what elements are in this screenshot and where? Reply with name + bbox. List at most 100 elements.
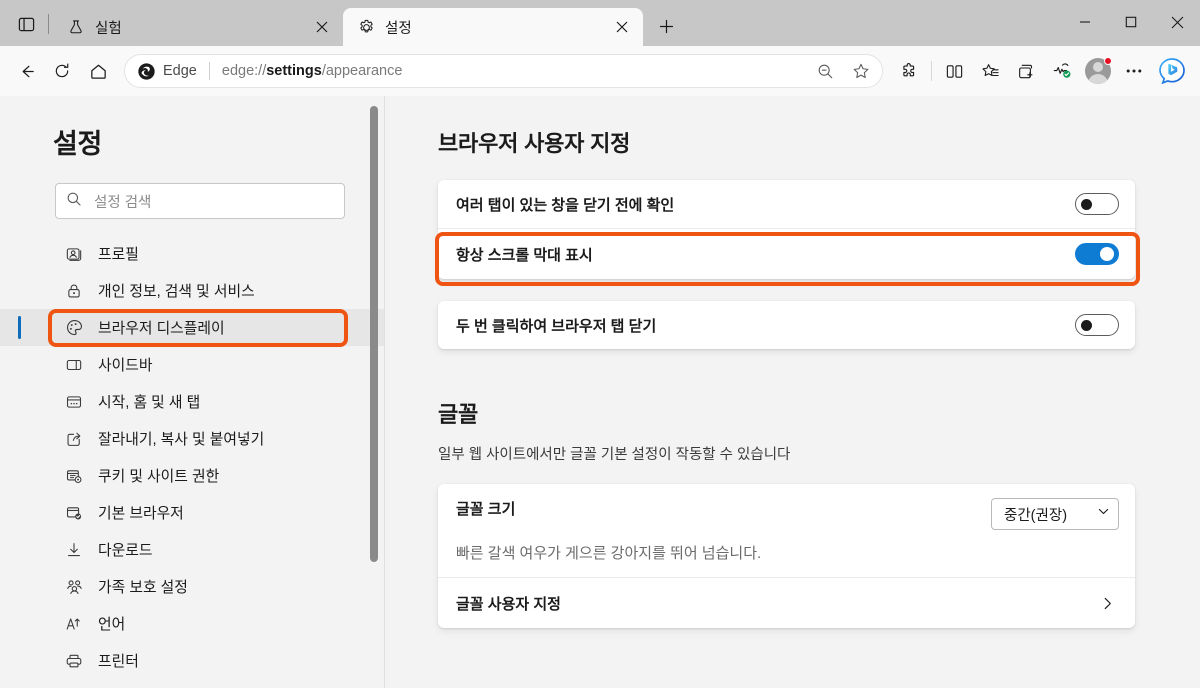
tab-search-icon[interactable] <box>6 4 46 44</box>
address-bar[interactable]: Edge edge://settings/appearance <box>124 54 883 88</box>
sidebar-item-privacy[interactable]: 개인 정보, 검색 및 서비스 <box>0 272 385 309</box>
back-arrow-icon[interactable] <box>8 53 44 89</box>
lock-icon <box>64 281 84 301</box>
toggle-knob <box>1081 319 1092 331</box>
customize-fonts-label: 글꼴 사용자 지정 <box>456 595 561 613</box>
start-home-icon <box>64 392 84 412</box>
sidebar-item-printers[interactable]: 프린터 <box>0 642 385 679</box>
settings-sidebar: 설정 설정 검색 프로필 개인 정보, 검색 및 서비스 브라우저 디스플레이 … <box>0 96 385 688</box>
close-icon[interactable] <box>309 14 335 40</box>
sidebar-item-system-performance[interactable]: 시스템 및 성능 <box>0 679 385 688</box>
sidebar-item-default-browser[interactable]: 기본 브라우저 <box>0 494 385 531</box>
title-bar: 실험 설정 <box>0 0 1200 46</box>
setting-row-confirm-close-multiple-tabs[interactable]: 여러 탭이 있는 창을 닫기 전에 확인 <box>438 180 1135 228</box>
setting-label: 두 번 클릭하여 브라우저 탭 닫기 <box>456 317 657 335</box>
window-controls <box>1062 0 1200 46</box>
close-icon[interactable] <box>609 14 635 40</box>
sidebar-item-label: 쿠키 및 사이트 권한 <box>98 469 220 485</box>
sidebar-item-family-safety[interactable]: 가족 보호 설정 <box>0 568 385 605</box>
download-icon <box>64 540 84 560</box>
favorites-list-icon[interactable] <box>972 53 1008 89</box>
minimize-icon[interactable] <box>1062 0 1108 44</box>
profile-card-icon <box>64 244 84 264</box>
puzzle-piece-icon[interactable] <box>891 53 927 89</box>
setting-label: 항상 스크롤 막대 표시 <box>456 246 593 264</box>
sidebar-item-label: 브라우저 디스플레이 <box>98 321 225 337</box>
browser-tab-experiments[interactable]: 실험 <box>53 8 343 46</box>
section-heading-fonts: 글꼴 <box>438 402 479 427</box>
vertical-scrollbar[interactable] <box>368 96 380 688</box>
tab-divider <box>48 14 49 34</box>
scrollbar-thumb[interactable] <box>370 106 378 562</box>
page-body: 설정 설정 검색 프로필 개인 정보, 검색 및 서비스 브라우저 디스플레이 … <box>0 96 1200 688</box>
setting-row-double-click-close-tab[interactable]: 두 번 클릭하여 브라우저 탭 닫기 <box>438 301 1135 349</box>
zoom-out-icon[interactable] <box>810 56 840 86</box>
sidebar-item-cut-copy-paste[interactable]: 잘라내기, 복사 및 붙여넣기 <box>0 420 385 457</box>
sidebar-item-label: 잘라내기, 복사 및 붙여넣기 <box>98 432 265 448</box>
browser-toolbar: Edge edge://settings/appearance <box>0 46 1200 96</box>
search-input[interactable]: 설정 검색 <box>55 183 345 219</box>
url-text: edge://settings/appearance <box>222 63 804 79</box>
sidebar-item-label: 개인 정보, 검색 및 서비스 <box>98 284 255 300</box>
toggle-knob <box>1100 247 1114 261</box>
gear-icon <box>357 18 375 36</box>
fonts-description: 일부 웹 사이트에서만 글꼴 기본 설정이 작동할 수 있습니다 <box>438 447 791 463</box>
sidebar-item-profile[interactable]: 프로필 <box>0 235 385 272</box>
url-bold-segment: settings <box>266 63 322 79</box>
sidebar-item-cookies-permissions[interactable]: 쿠키 및 사이트 권한 <box>0 457 385 494</box>
language-icon <box>64 614 84 634</box>
home-icon[interactable] <box>80 53 116 89</box>
sidebar-item-label: 프린터 <box>98 654 139 670</box>
sidebar-item-label: 가족 보호 설정 <box>98 580 188 596</box>
new-tab-button[interactable] <box>649 9 683 43</box>
sidebar-item-start-home-newtab[interactable]: 시작, 홈 및 새 탭 <box>0 383 385 420</box>
maximize-icon[interactable] <box>1108 0 1154 44</box>
browser-essentials-icon[interactable] <box>1044 53 1080 89</box>
search-placeholder: 설정 검색 <box>94 194 152 211</box>
profile-avatar-icon[interactable] <box>1080 53 1116 89</box>
more-options-icon[interactable] <box>1116 53 1152 89</box>
toggle-always-show-scrollbars[interactable] <box>1075 243 1119 265</box>
sidebar-item-languages[interactable]: 언어 <box>0 605 385 642</box>
sidebar-item-sidebar[interactable]: 사이드바 <box>0 346 385 383</box>
sidebar-item-appearance[interactable]: 브라우저 디스플레이 <box>0 309 385 346</box>
setting-row-customize-fonts[interactable]: 글꼴 사용자 지정 <box>438 578 1135 628</box>
sidebar-item-downloads[interactable]: 다운로드 <box>0 531 385 568</box>
sidebar-item-label: 프로필 <box>98 247 139 263</box>
settings-nav-list: 프로필 개인 정보, 검색 및 서비스 브라우저 디스플레이 사이드바 시작, … <box>0 235 385 688</box>
family-safety-icon <box>64 577 84 597</box>
omnibox-divider <box>208 62 210 80</box>
collections-add-icon[interactable] <box>1008 53 1044 89</box>
star-icon[interactable] <box>846 56 876 86</box>
toggle-confirm-close-multiple-tabs[interactable] <box>1075 193 1119 215</box>
tab-strip: 실험 설정 <box>0 0 1062 46</box>
font-sample-text: 빠른 갈색 여우가 게으른 강아지를 뛰어 넘습니다. <box>456 545 762 562</box>
tab-title: 설정 <box>385 20 412 37</box>
sidebar-panel-icon <box>64 355 84 375</box>
search-icon <box>66 191 82 212</box>
sidebar-item-label: 기본 브라우저 <box>98 506 184 522</box>
close-icon[interactable] <box>1154 0 1200 44</box>
default-browser-icon <box>64 503 84 523</box>
refresh-icon[interactable] <box>44 53 80 89</box>
font-size-dropdown[interactable]: 중간(권장) <box>991 498 1119 530</box>
font-size-value: 중간(권장) <box>1004 507 1068 524</box>
sidebar-item-label: 다운로드 <box>98 543 153 559</box>
cut-copy-paste-icon <box>64 429 84 449</box>
tab-title: 실험 <box>95 20 122 37</box>
split-screen-icon[interactable] <box>936 53 972 89</box>
sidebar-item-label: 언어 <box>98 617 126 633</box>
bing-copilot-icon[interactable] <box>1152 53 1192 89</box>
setting-label: 여러 탭이 있는 창을 닫기 전에 확인 <box>456 196 675 214</box>
setting-row-always-show-scrollbars[interactable]: 항상 스크롤 막대 표시 <box>438 229 1135 279</box>
chevron-right-icon[interactable] <box>1095 591 1119 615</box>
browser-customize-card-1: 여러 탭이 있는 창을 닫기 전에 확인 항상 스크롤 막대 표시 <box>438 180 1135 279</box>
font-size-block: 글꼴 크기 중간(권장) 빠른 갈색 여우가 게으른 강아지를 뛰어 넘습니다. <box>438 484 1135 577</box>
browser-customize-card-2: 두 번 클릭하여 브라우저 탭 닫기 <box>438 301 1135 349</box>
edge-logo-icon <box>135 60 157 82</box>
browser-tab-settings[interactable]: 설정 <box>343 8 643 46</box>
fonts-card: 글꼴 크기 중간(권장) 빠른 갈색 여우가 게으른 강아지를 뛰어 넘습니다.… <box>438 484 1135 628</box>
palette-icon <box>64 318 84 338</box>
sidebar-item-label: 사이드바 <box>98 358 153 374</box>
toggle-double-click-close-tab[interactable] <box>1075 314 1119 336</box>
